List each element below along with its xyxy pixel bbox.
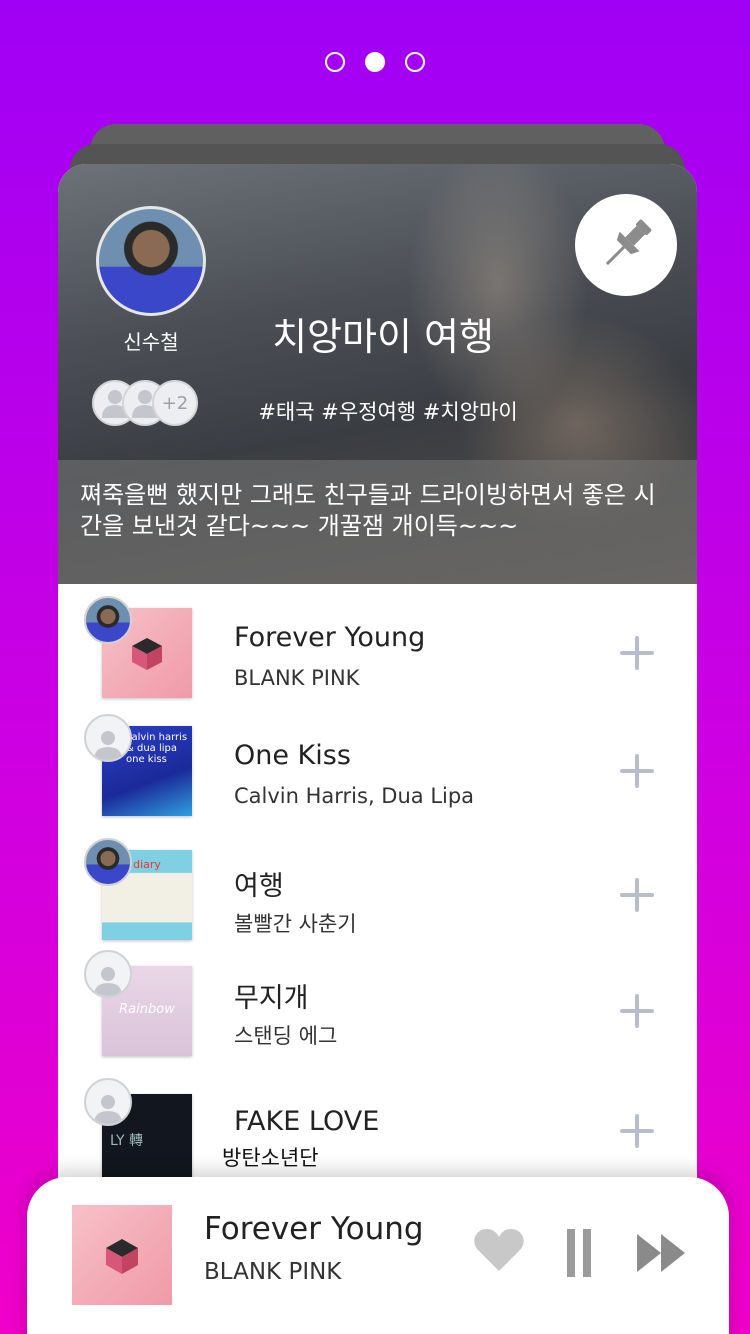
mini-player[interactable]: Forever Young BLANK PINK <box>27 1177 729 1334</box>
fast-forward-icon[interactable] <box>637 1234 687 1272</box>
add-song-plus-icon[interactable] <box>620 878 654 912</box>
now-playing-title: Forever Young <box>204 1211 424 1247</box>
pin-icon <box>605 219 652 266</box>
song-artist: 방탄소년단 <box>222 1146 319 1170</box>
add-song-plus-icon[interactable] <box>620 754 654 788</box>
song-artist: BLANK PINK <box>234 666 360 690</box>
add-song-plus-icon[interactable] <box>620 1114 654 1148</box>
pause-icon[interactable] <box>565 1229 593 1277</box>
song-artist: 볼빨간 사춘기 <box>234 912 357 936</box>
person-icon <box>94 967 122 996</box>
owner-name: 신수철 <box>123 330 179 354</box>
page-dot-1[interactable] <box>325 52 345 72</box>
song-artist: 스탠딩 에그 <box>234 1024 338 1048</box>
person-icon <box>94 1095 122 1124</box>
page-dot-3[interactable] <box>405 52 425 72</box>
song-title: 여행 <box>234 871 284 902</box>
added-by-avatar <box>84 596 132 644</box>
person-icon <box>94 731 122 760</box>
song-row[interactable]: Rainbow 무지개 스탠딩 에그 <box>58 946 697 1070</box>
added-by-avatar <box>84 714 132 762</box>
song-title: FAKE LOVE <box>234 1106 380 1137</box>
add-song-plus-icon[interactable] <box>620 636 654 670</box>
added-by-avatar <box>84 838 132 886</box>
playlist-hero: 신수철 치앙마이 여행 +2 #태국 #우정여행 #치앙마이 쪄죽을뻔 했지만 <box>58 164 697 584</box>
playlist-title: 치앙마이 여행 <box>272 315 494 359</box>
heart-icon[interactable] <box>473 1227 525 1273</box>
song-row[interactable]: calvin harris & dua lipa one kiss One Ki… <box>58 702 697 822</box>
song-artist: Calvin Harris, Dua Lipa <box>234 784 475 808</box>
page-indicator <box>0 52 750 72</box>
song-row[interactable]: Forever Young BLANK PINK <box>58 584 697 702</box>
added-by-avatar <box>84 950 132 998</box>
song-row[interactable]: diary 여행 볼빨간 사춘기 <box>58 822 697 946</box>
song-title: One Kiss <box>234 740 351 771</box>
member-avatars[interactable]: +2 <box>92 380 222 426</box>
add-song-plus-icon[interactable] <box>620 994 654 1028</box>
song-title: Forever Young <box>234 622 426 653</box>
playlist-description: 쪄죽을뻔 했지만 그래도 친구들과 드라이빙하면서 좋은 시간을 보낸것 같다~… <box>58 460 697 584</box>
extra-members-count: +2 <box>152 380 198 426</box>
song-title: 무지개 <box>234 983 309 1014</box>
owner-avatar[interactable] <box>96 206 206 316</box>
playlist-card: 신수철 치앙마이 여행 +2 #태국 #우정여행 #치앙마이 쪄죽을뻔 했지만 <box>58 164 697 1264</box>
song-row[interactable]: LY 轉 FAKE LOVE 방탄소년단 <box>58 1070 697 1190</box>
pin-button[interactable] <box>575 194 677 296</box>
page-dot-2-active[interactable] <box>365 52 385 72</box>
now-playing-cover[interactable] <box>72 1205 172 1305</box>
song-list: Forever Young BLANK PINK calvin harris &… <box>58 584 697 1190</box>
added-by-avatar <box>84 1078 132 1126</box>
now-playing-artist: BLANK PINK <box>204 1259 342 1285</box>
playlist-tags: #태국 #우정여행 #치앙마이 <box>258 400 518 424</box>
